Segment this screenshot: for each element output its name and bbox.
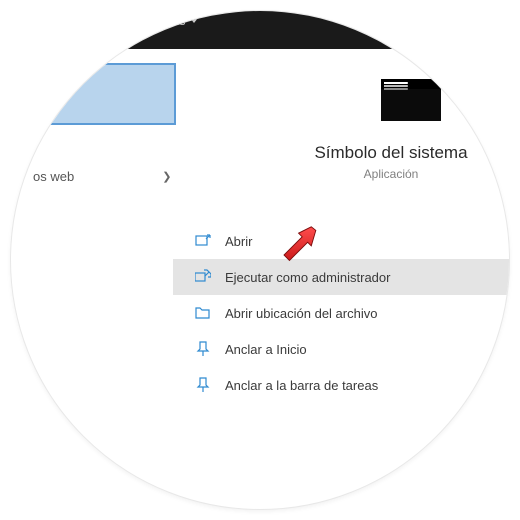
action-label: Abrir ubicación del archivo bbox=[225, 306, 377, 321]
action-label: Ejecutar como administrador bbox=[225, 270, 390, 285]
web-documents-row[interactable]: os web ❯ bbox=[33, 169, 171, 184]
pin-start-icon bbox=[195, 341, 211, 357]
filter-bar: Más bbox=[10, 10, 510, 49]
search-panel: Más os web ❯ Símbolo del sistema Aplicac… bbox=[10, 10, 510, 510]
open-icon bbox=[195, 233, 211, 249]
folder-icon bbox=[195, 305, 211, 321]
action-run-admin[interactable]: Ejecutar como administrador bbox=[173, 259, 510, 295]
web-documents-label: os web bbox=[33, 169, 74, 184]
run-admin-icon bbox=[195, 269, 211, 285]
action-pin-taskbar[interactable]: Anclar a la barra de tareas bbox=[173, 367, 510, 403]
app-thumbnail bbox=[381, 79, 441, 121]
pin-taskbar-icon bbox=[195, 377, 211, 393]
app-subtitle: Aplicación bbox=[291, 167, 491, 181]
action-open[interactable]: Abrir bbox=[173, 223, 510, 259]
action-label: Anclar a Inicio bbox=[225, 342, 307, 357]
more-label: Más bbox=[161, 13, 186, 28]
circular-crop: Más os web ❯ Símbolo del sistema Aplicac… bbox=[10, 10, 510, 510]
app-title: Símbolo del sistema bbox=[291, 143, 491, 163]
action-list: Abrir Ejecutar como administrador Abrir … bbox=[173, 223, 510, 403]
chevron-down-icon bbox=[190, 18, 198, 24]
action-label: Abrir bbox=[225, 234, 252, 249]
selected-result[interactable] bbox=[10, 63, 176, 125]
action-label: Anclar a la barra de tareas bbox=[225, 378, 378, 393]
more-filter[interactable]: Más bbox=[161, 13, 198, 28]
action-pin-start[interactable]: Anclar a Inicio bbox=[173, 331, 510, 367]
action-open-location[interactable]: Abrir ubicación del archivo bbox=[173, 295, 510, 331]
chevron-right-icon: ❯ bbox=[162, 170, 171, 183]
